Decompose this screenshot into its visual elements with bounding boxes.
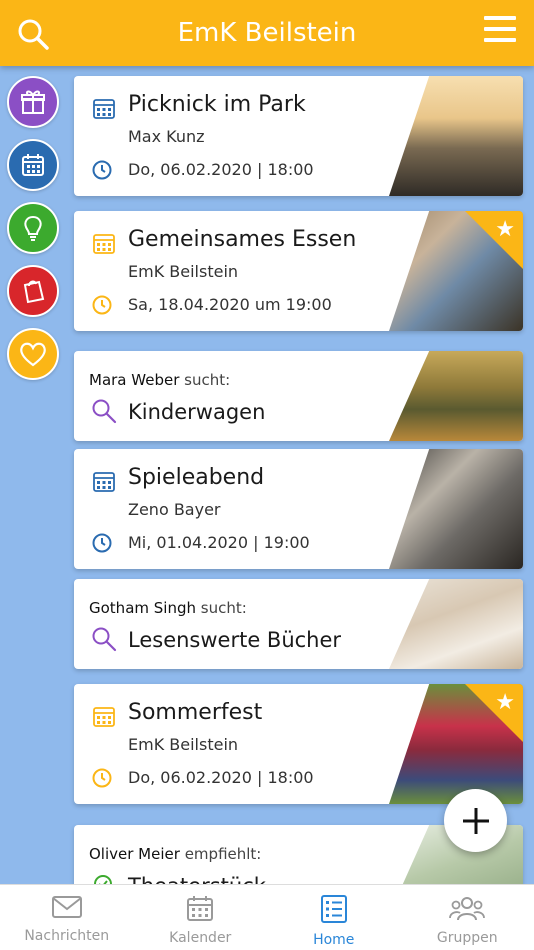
category-rail bbox=[7, 76, 61, 391]
event-image bbox=[389, 76, 523, 196]
tab-gruppen[interactable]: Gruppen bbox=[401, 885, 534, 950]
calendar-icon bbox=[93, 707, 115, 727]
menu-icon[interactable] bbox=[484, 14, 516, 44]
event-image bbox=[389, 449, 523, 569]
category-calendar-button[interactable] bbox=[7, 139, 59, 191]
event-title: Picknick im Park bbox=[128, 92, 306, 117]
request-header: Mara Weber sucht: bbox=[89, 371, 230, 389]
tab-kalender[interactable]: Kalender bbox=[134, 885, 268, 950]
list-icon bbox=[320, 895, 347, 923]
calendar-icon bbox=[93, 99, 115, 119]
clock-icon bbox=[92, 295, 112, 315]
plus-icon bbox=[462, 807, 489, 834]
event-card[interactable]: Sommerfest EmK Beilstein Do, 06.02.2020 … bbox=[74, 684, 523, 804]
request-title: Kinderwagen bbox=[128, 400, 266, 424]
event-organizer: EmK Beilstein bbox=[128, 735, 239, 754]
request-person: Oliver Meier bbox=[89, 845, 180, 863]
event-card[interactable]: Picknick im Park Max Kunz Do, 06.02.2020… bbox=[74, 76, 523, 196]
event-title: Gemeinsames Essen bbox=[128, 227, 357, 252]
request-person: Mara Weber bbox=[89, 371, 180, 389]
star-icon: ★ bbox=[495, 216, 515, 241]
star-icon: ★ bbox=[495, 689, 515, 714]
app-header: EmK Beilstein bbox=[0, 0, 534, 66]
tab-label: Kalender bbox=[169, 930, 232, 946]
gift-icon bbox=[21, 90, 45, 114]
clock-icon bbox=[92, 533, 112, 553]
search-request-card[interactable]: Mara Weber sucht: Kinderwagen bbox=[74, 351, 523, 441]
event-organizer: Zeno Bayer bbox=[128, 500, 221, 519]
request-person: Gotham Singh bbox=[89, 599, 196, 617]
category-bag-button[interactable] bbox=[7, 265, 59, 317]
event-title: Sommerfest bbox=[128, 700, 263, 725]
calendar-icon bbox=[93, 472, 115, 492]
event-date: Do, 06.02.2020 | 18:00 bbox=[128, 768, 314, 787]
event-organizer: EmK Beilstein bbox=[128, 262, 239, 281]
clock-icon bbox=[92, 768, 112, 788]
event-organizer: Max Kunz bbox=[128, 127, 205, 146]
tab-nachrichten[interactable]: Nachrichten bbox=[0, 885, 134, 950]
bag-icon bbox=[23, 280, 45, 304]
tab-bar: Nachrichten Kalender Home Gruppen bbox=[0, 884, 534, 950]
request-header: Oliver Meier empfiehlt: bbox=[89, 845, 261, 863]
mail-icon bbox=[51, 896, 82, 918]
request-verb: sucht: bbox=[200, 599, 247, 617]
request-header: Gotham Singh sucht: bbox=[89, 599, 247, 617]
event-card[interactable]: Spieleabend Zeno Bayer Mi, 01.04.2020 | … bbox=[74, 449, 523, 569]
tab-label: Gruppen bbox=[436, 930, 498, 946]
group-icon bbox=[449, 897, 486, 921]
tab-label: Nachrichten bbox=[24, 928, 110, 944]
tab-label: Home bbox=[313, 932, 355, 948]
calendar-icon bbox=[93, 234, 115, 254]
request-title: Lesenswerte Bücher bbox=[128, 628, 342, 652]
request-verb: sucht: bbox=[184, 371, 231, 389]
request-image bbox=[389, 579, 523, 669]
heart-icon bbox=[20, 342, 46, 367]
search-icon bbox=[92, 399, 117, 424]
event-date: Mi, 01.04.2020 | 19:00 bbox=[128, 533, 310, 552]
add-button[interactable] bbox=[444, 789, 507, 852]
request-image bbox=[389, 351, 523, 441]
tab-home[interactable]: Home bbox=[267, 885, 401, 950]
event-date: Do, 06.02.2020 | 18:00 bbox=[128, 160, 314, 179]
search-request-card[interactable]: Gotham Singh sucht: Lesenswerte Bücher bbox=[74, 579, 523, 669]
search-icon bbox=[92, 627, 117, 652]
event-card[interactable]: Gemeinsames Essen EmK Beilstein Sa, 18.0… bbox=[74, 211, 523, 331]
clock-icon bbox=[92, 160, 112, 180]
category-heart-button[interactable] bbox=[7, 328, 59, 380]
event-date: Sa, 18.04.2020 um 19:00 bbox=[128, 295, 332, 314]
calendar-icon bbox=[22, 154, 44, 176]
lightbulb-icon bbox=[24, 215, 42, 241]
category-idea-button[interactable] bbox=[7, 202, 59, 254]
request-verb: empfiehlt: bbox=[184, 845, 262, 863]
event-title: Spieleabend bbox=[128, 465, 265, 490]
app-title: EmK Beilstein bbox=[177, 18, 357, 48]
calendar-icon bbox=[187, 896, 214, 921]
category-gift-button[interactable] bbox=[7, 76, 59, 128]
